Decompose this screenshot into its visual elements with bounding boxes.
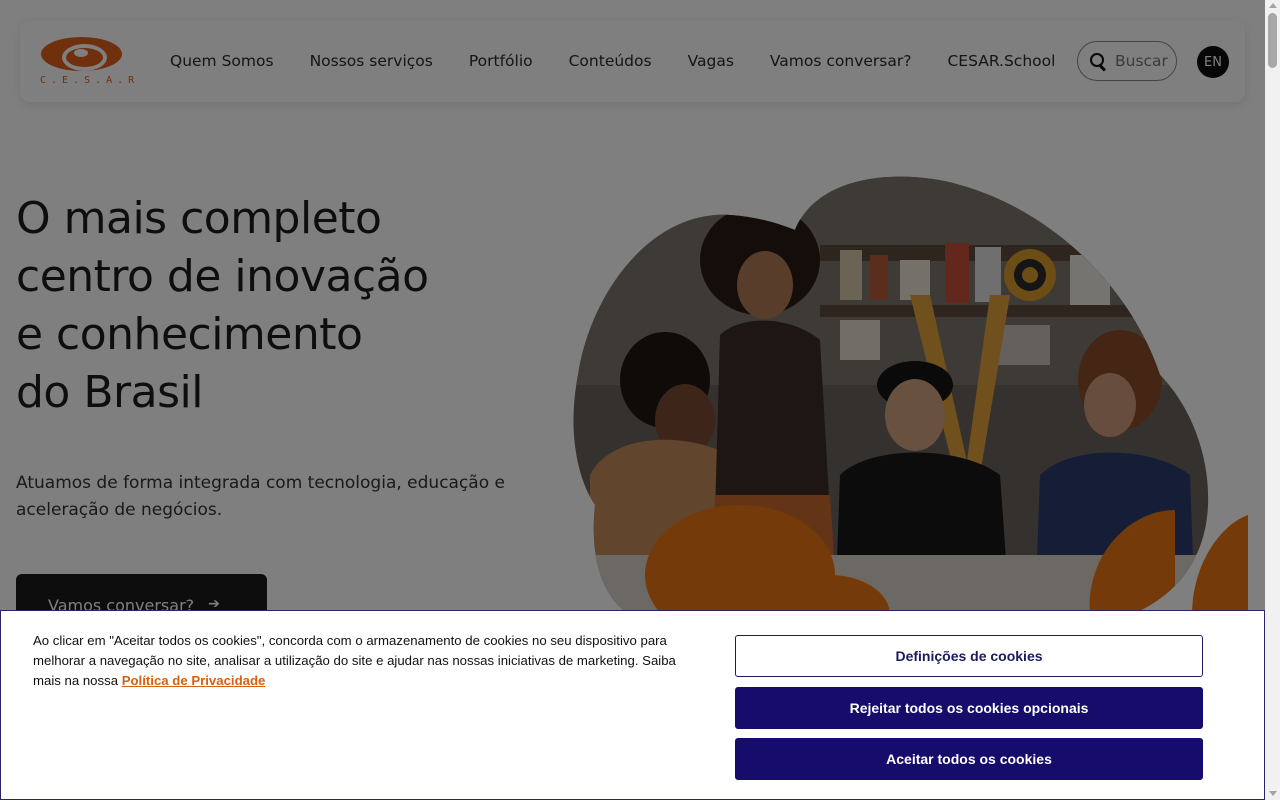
- cookie-settings-button[interactable]: Definições de cookies: [735, 635, 1203, 677]
- scrollbar-thumb[interactable]: [1268, 13, 1277, 68]
- cookie-banner-text: Ao clicar em "Aceitar todos os cookies",…: [33, 631, 698, 691]
- privacy-policy-link[interactable]: Política de Privacidade: [122, 673, 266, 688]
- cookie-banner: Ao clicar em "Aceitar todos os cookies",…: [0, 610, 1265, 800]
- page-scrollbar[interactable]: [1265, 0, 1280, 800]
- scroll-up-arrow-icon[interactable]: [1269, 3, 1277, 8]
- reject-cookies-button[interactable]: Rejeitar todos os cookies opcionais: [735, 687, 1203, 729]
- scroll-down-arrow-icon[interactable]: [1269, 791, 1277, 796]
- accept-cookies-button[interactable]: Aceitar todos os cookies: [735, 738, 1203, 780]
